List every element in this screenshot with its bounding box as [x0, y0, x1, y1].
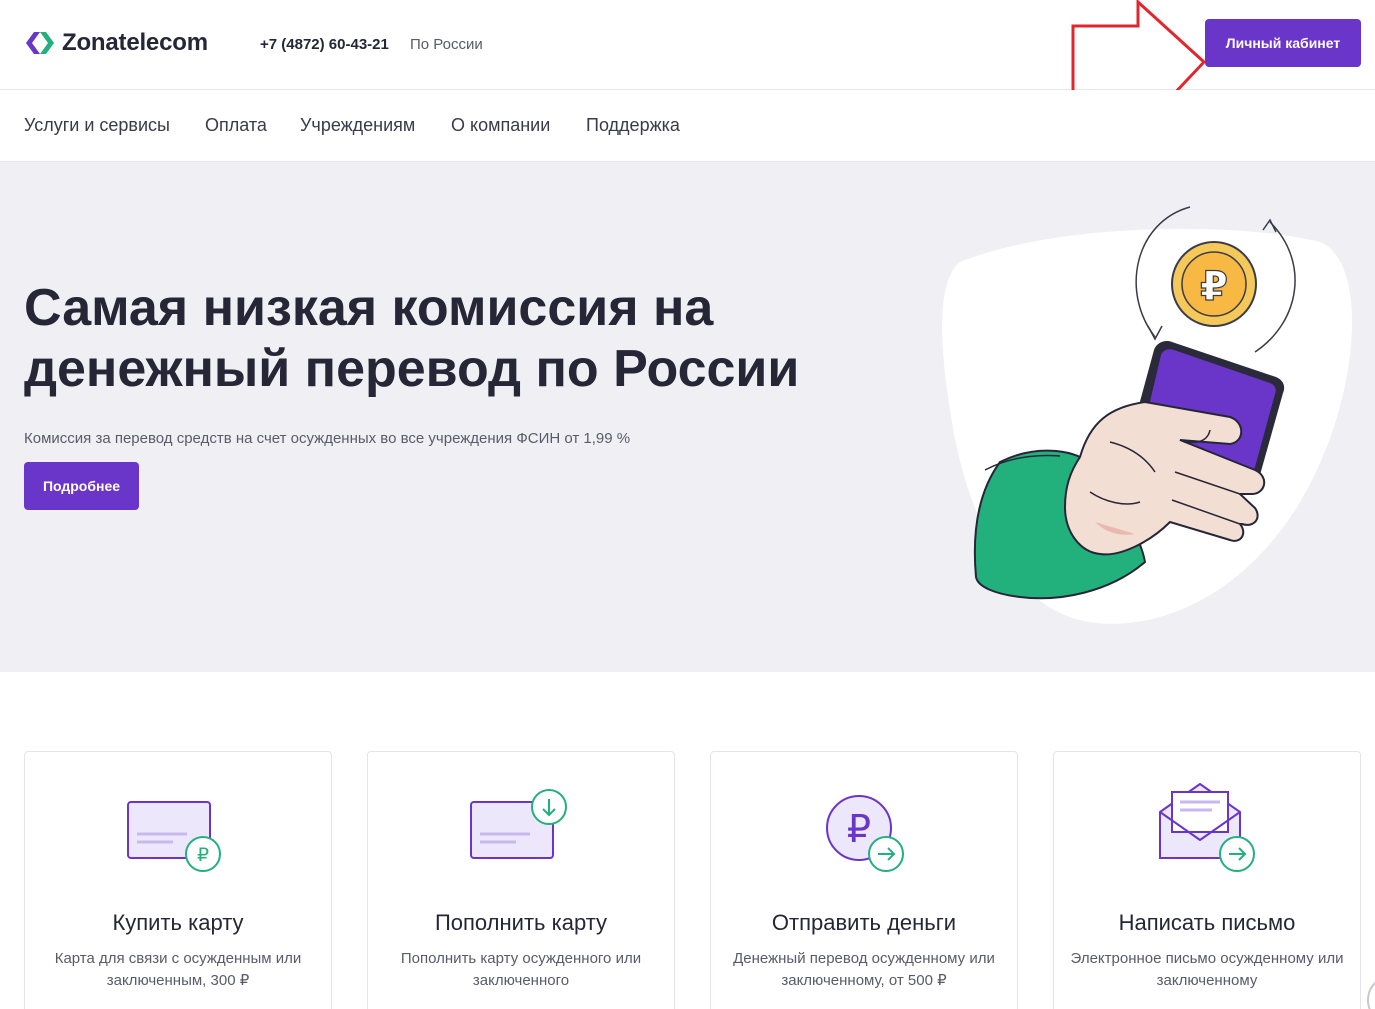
partial-circle-decoration	[1367, 981, 1375, 1009]
card-download-icon	[470, 789, 567, 859]
site-header: Zonatelecom +7 (4872) 60-43-21 По России…	[0, 0, 1375, 136]
logo-text: Zonatelecom	[62, 29, 208, 56]
card-description: Карта для связи с осужденным или заключе…	[54, 950, 302, 989]
card-buy[interactable]: ₽ Купить карту Карта для связи с осужден…	[24, 751, 332, 1009]
hero-subtitle: Комиссия за перевод средств на счет осуж…	[24, 430, 631, 447]
hero-banner: Самая низкая комиссия на денежный перево…	[0, 162, 1375, 672]
nav-item-support[interactable]: Поддержка	[586, 115, 680, 136]
svg-text:₽: ₽	[1200, 264, 1228, 310]
card-top-up[interactable]: Пополнить карту Пополнить карту осужденн…	[367, 751, 675, 1009]
main-nav: Услуги и сервисы Оплата Учреждениям О ко…	[0, 90, 1375, 162]
nav-item-about[interactable]: О компании	[451, 115, 550, 136]
hand-phone-illustration: ₽	[942, 206, 1353, 624]
phone-number[interactable]: +7 (4872) 60-43-21	[260, 36, 389, 53]
svg-text:₽: ₽	[197, 844, 209, 866]
phone-region: По России	[410, 36, 483, 53]
card-ruble-icon: ₽	[127, 801, 221, 872]
ruble-send-icon: ₽	[826, 795, 904, 872]
nav-item-payment[interactable]: Оплата	[205, 115, 267, 136]
card-description: Пополнить карту осужденного или заключен…	[400, 950, 642, 989]
logo-mark-icon	[26, 32, 54, 54]
card-write-letter[interactable]: Написать письмо Электронное письмо осужд…	[1053, 751, 1361, 1009]
card-title: Пополнить карту	[434, 910, 608, 935]
card-title: Написать письмо	[1118, 910, 1296, 935]
envelope-send-icon	[1159, 782, 1255, 872]
logo[interactable]: Zonatelecom	[24, 28, 208, 58]
card-title: Купить карту	[112, 910, 244, 935]
nav-item-institutions[interactable]: Учреждениям	[300, 115, 415, 136]
personal-cabinet-button[interactable]: Личный кабинет	[1205, 19, 1361, 67]
card-send-money[interactable]: ₽ Отправить деньги Денежный перевод осуж…	[710, 751, 1018, 1009]
nav-item-services[interactable]: Услуги и сервисы	[24, 115, 170, 136]
card-description: Электронное письмо осужденному или заклю…	[1070, 950, 1344, 989]
card-description: Денежный перевод осужденному или заключе…	[733, 950, 995, 989]
hero-title: Самая низкая комиссия на денежный перево…	[24, 279, 800, 398]
more-button[interactable]: Подробнее	[24, 462, 139, 510]
svg-text:₽: ₽	[847, 807, 871, 851]
card-title: Отправить деньги	[771, 910, 957, 935]
